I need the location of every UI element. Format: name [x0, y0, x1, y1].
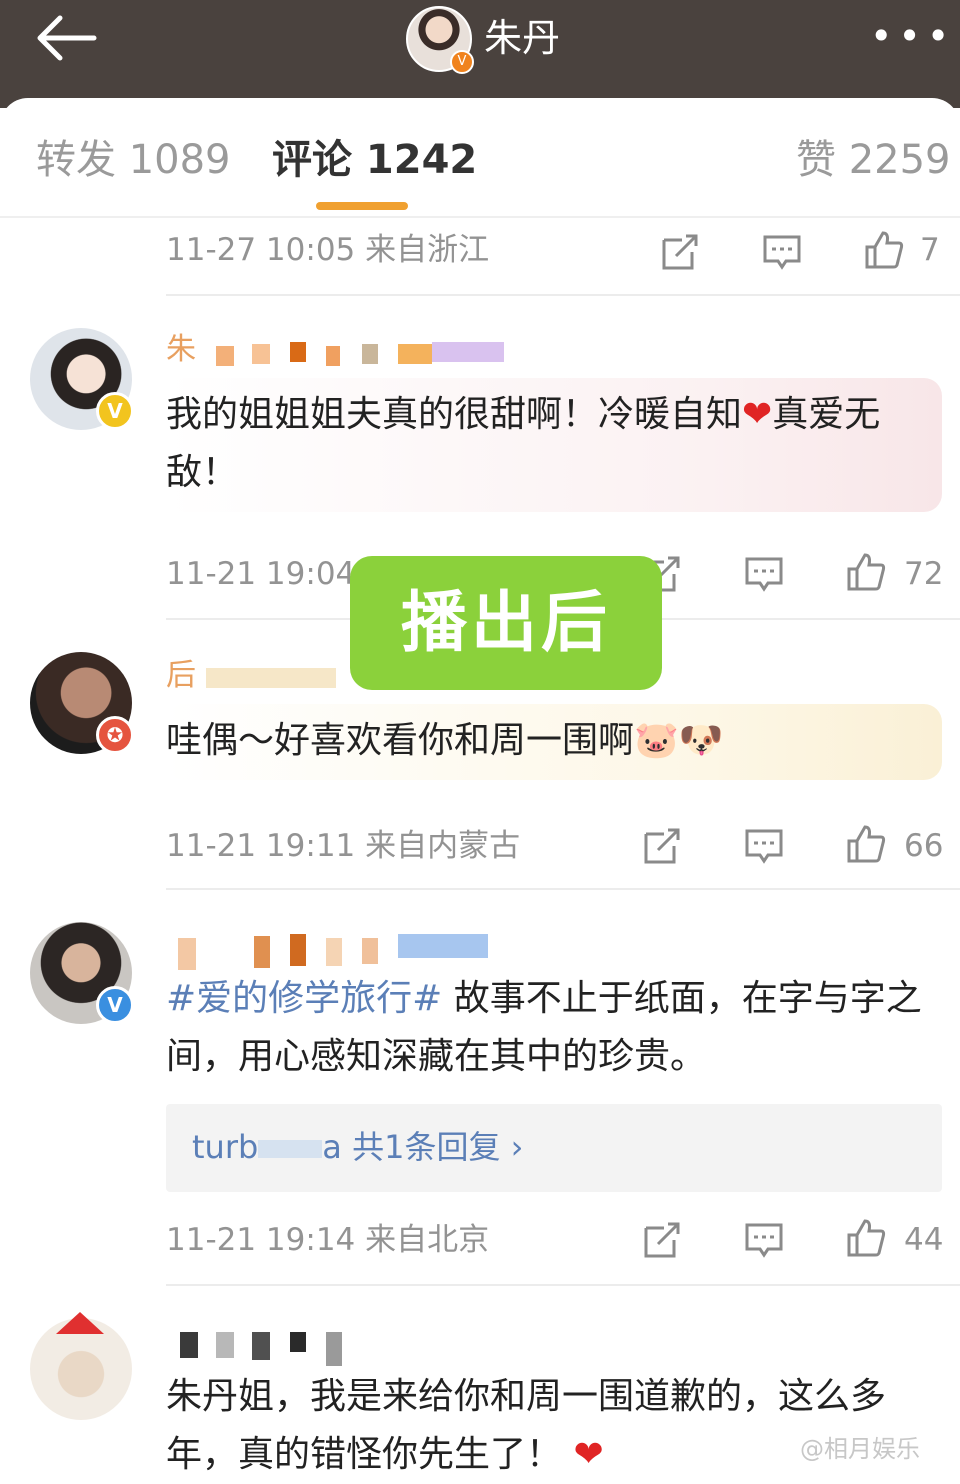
tab-comments[interactable]: 评论 1242 — [272, 134, 477, 186]
like-count: 72 — [904, 556, 944, 592]
like-icon[interactable] — [864, 230, 904, 270]
like-icon[interactable] — [846, 1218, 886, 1258]
comment-meta: 11-21 19:11 来自内蒙古 — [166, 828, 521, 864]
verified-badge-icon: V — [450, 50, 474, 74]
divider — [166, 1284, 960, 1286]
avatar[interactable] — [30, 1312, 132, 1420]
hashtag-link[interactable]: #爱的修学旅行# — [166, 978, 442, 1019]
divider — [166, 888, 960, 890]
like-count: 7 — [920, 232, 940, 268]
divider — [166, 294, 960, 296]
like-count: 44 — [904, 1222, 944, 1258]
comment-text: 朱丹姐，我是来给你和周一围道歉的，这么多年，真的错怪你先生了！ ❤ — [166, 1376, 887, 1475]
username[interactable]: 朱 — [166, 330, 196, 370]
tab-reposts[interactable]: 转发 1089 — [36, 134, 231, 186]
avatar[interactable]: V — [30, 328, 134, 430]
more-horizontal-icon[interactable]: ••• — [870, 14, 955, 58]
verified-badge-icon: V — [96, 392, 134, 430]
comment-meta: 11-21 19:14 来自北京 — [166, 1222, 490, 1258]
comment-text: 哇偶～好喜欢看你和周一围啊🐷🐶 — [166, 720, 724, 761]
santa-hat-icon — [56, 1312, 104, 1334]
profile-avatar[interactable]: V — [406, 6, 474, 74]
heart-icon: ❤ — [573, 1434, 604, 1475]
reply-summary[interactable]: turb a 共1条回复 › — [192, 1124, 523, 1170]
arrow-left-icon[interactable] — [30, 12, 100, 64]
avatar[interactable]: V — [30, 922, 134, 1024]
tab-likes[interactable]: 赞 2259 — [796, 134, 951, 186]
like-icon[interactable] — [846, 824, 886, 864]
avatar[interactable]: ✪ — [30, 652, 134, 754]
username[interactable]: 后 — [166, 656, 196, 696]
like-icon[interactable] — [846, 552, 886, 592]
comment-meta: 11-21 19:04 — [166, 556, 356, 592]
heart-icon: ❤ — [742, 394, 773, 435]
repost-icon[interactable] — [642, 826, 682, 866]
pixelated-reply-username — [258, 1140, 323, 1158]
member-badge-icon: ✪ — [96, 716, 134, 754]
comment-icon[interactable] — [744, 554, 784, 594]
watermark: @相月娱乐 — [800, 1435, 920, 1463]
content-panel — [0, 98, 960, 1476]
repost-icon[interactable] — [642, 1220, 682, 1260]
comment-meta: 11-27 10:05 来自浙江 — [166, 232, 490, 268]
overlay-label: 播出后 — [350, 556, 662, 690]
verified-badge-icon: V — [96, 986, 134, 1024]
divider — [0, 216, 960, 218]
top-bar: V 朱丹 ••• — [0, 0, 960, 108]
repost-icon[interactable] — [660, 232, 700, 272]
comment-text: #爱的修学旅行# 故事不止于纸面，在字与字之间，用心感知深藏在其中的珍贵。 — [166, 978, 922, 1077]
reply-preview[interactable]: turb a 共1条回复 › — [166, 1104, 942, 1192]
comment-text: 我的姐姐姐夫真的很甜啊！冷暖自知❤真爱无敌！ — [166, 394, 881, 493]
like-count: 66 — [904, 828, 944, 864]
page-title: 朱丹 — [484, 16, 561, 60]
comment-icon[interactable] — [744, 826, 784, 866]
active-tab-indicator — [316, 202, 408, 210]
comment-icon[interactable] — [744, 1220, 784, 1260]
comment-icon[interactable] — [762, 232, 802, 272]
